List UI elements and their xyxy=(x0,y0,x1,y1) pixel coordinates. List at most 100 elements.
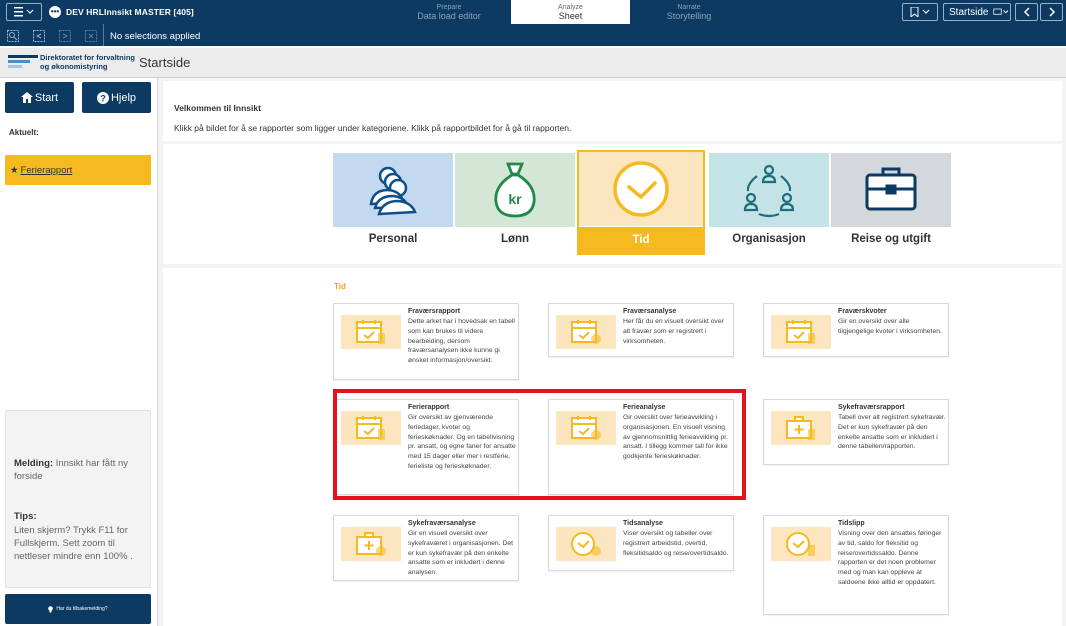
category-lonn-label: Lønn xyxy=(500,233,530,245)
sheet-selector-label: Startside xyxy=(949,6,989,18)
welcome-panel: Velkommen til Innsikt Klikk på bildet fo… xyxy=(163,81,1062,141)
message: Melding: Innsikt har fått ny forside xyxy=(14,457,144,483)
category-personal-label: Personal xyxy=(368,233,418,245)
report-title: Tidslipp xyxy=(838,520,865,527)
reports-panel: Tid Fraværsrapport Dette arket har i hov… xyxy=(163,268,1062,626)
selections-status: No selections applied xyxy=(110,31,201,42)
report-title: Fraværskvoter xyxy=(838,308,887,315)
clear-selections-icon[interactable] xyxy=(84,30,98,42)
category-personal-image xyxy=(333,153,453,227)
briefcase-icon xyxy=(865,167,917,211)
category-personal[interactable]: Personal xyxy=(333,153,453,255)
help-button[interactable]: ? Hjelp xyxy=(82,82,151,113)
report-card-fravaerskvoter[interactable]: Fraværskvoter Gir en oversikt over alle … xyxy=(763,303,949,357)
hamburger-icon xyxy=(14,7,34,17)
start-button-label: Start xyxy=(34,91,59,104)
category-organisasjon-image xyxy=(709,153,829,227)
navigation-menu-button[interactable] xyxy=(6,3,42,21)
report-description: Tabell over alt registrert sykefravær. D… xyxy=(838,414,946,451)
message-label: Melding: xyxy=(14,458,54,469)
tab-narrate-label: Storytelling xyxy=(666,11,712,21)
tab-prepare-label: Data load editor xyxy=(417,11,481,21)
organization-icon xyxy=(743,164,795,218)
clock-icon xyxy=(613,161,669,217)
report-description: Dette arket har i hovedsak en tabell som… xyxy=(408,318,515,365)
top-toolbar: ••• DEV HRLInnsikt MASTER [405] Prepare … xyxy=(0,0,1066,24)
organization-name: Direktoratet for forvaltning og økonomis… xyxy=(40,53,135,71)
category-organisasjon-label: Organisasjon xyxy=(732,233,806,245)
report-thumbnail xyxy=(341,315,401,349)
feedback-button-label: Har du tilbakemelding? xyxy=(56,606,108,612)
people-icon xyxy=(369,166,417,216)
sheets-icon xyxy=(993,8,1009,15)
report-card-sykefravaersrapport[interactable]: Sykefraværsrapport Tabell over alt regis… xyxy=(763,399,949,465)
tab-analyze-small: Analyze xyxy=(558,4,583,11)
report-title: Sykefraværsrapport xyxy=(838,404,905,411)
report-thumbnail xyxy=(341,527,401,561)
highlight-annotation-box xyxy=(333,389,746,500)
tab-prepare-small: Prepare xyxy=(436,4,462,11)
report-card-sykefravaersanalyse[interactable]: Sykefraværsanalyse Gir en visuell oversi… xyxy=(333,515,519,581)
category-tid[interactable]: Tid xyxy=(577,150,705,255)
category-lonn[interactable]: kr Lønn xyxy=(455,153,575,255)
report-card-tidslipp[interactable]: Tidslipp Visning over den ansattes førin… xyxy=(763,515,949,615)
bookmark-button[interactable] xyxy=(902,3,938,21)
organization-name-line1: Direktoratet for forvaltning xyxy=(40,53,136,62)
dfo-logo-icon xyxy=(8,55,38,68)
help-icon: ? xyxy=(96,91,109,104)
app-icon: ••• xyxy=(49,6,61,18)
report-title: Sykefraværsanalyse xyxy=(408,520,476,527)
current-report-link[interactable]: ★ Ferierapport xyxy=(5,155,151,185)
report-card-tidsanalyse[interactable]: Tidsanalyse Viser oversikt og tabeller o… xyxy=(548,515,734,571)
tab-narrate-small: Narrate xyxy=(677,4,701,11)
medical-kit-icon xyxy=(356,532,386,556)
calendar-check-icon xyxy=(356,320,385,344)
next-sheet-button[interactable] xyxy=(1040,3,1063,21)
bookmark-icon xyxy=(910,7,930,17)
tab-analyze[interactable]: Analyze Sheet xyxy=(511,0,630,24)
tab-narrate[interactable]: Narrate Storytelling xyxy=(630,0,748,24)
step-back-icon[interactable] xyxy=(32,30,46,42)
clock-icon xyxy=(571,532,601,556)
app-title: DEV HRLInnsikt MASTER [405] xyxy=(66,7,194,17)
category-panel: Personal kr Lønn Tid Organisasjon Reise … xyxy=(163,144,1062,264)
report-title: Fraværsrapport xyxy=(408,308,461,315)
previous-sheet-button[interactable] xyxy=(1015,3,1038,21)
feedback-button[interactable]: Har du tilbakemelding? xyxy=(5,594,151,624)
report-description: Visning over den ansattes føringer av ti… xyxy=(838,530,942,586)
report-title: Tidsanalyse xyxy=(623,520,663,527)
category-reise-label: Reise og utgift xyxy=(851,233,931,245)
message-box: Melding: Innsikt har fått ny forside Tip… xyxy=(5,410,151,588)
help-button-label: Hjelp xyxy=(110,91,137,104)
start-button[interactable]: Start xyxy=(5,82,74,113)
tips-label: Tips: xyxy=(14,511,37,522)
money-bag-icon: kr xyxy=(494,162,536,218)
calendar-check-icon xyxy=(571,320,601,344)
category-reise-og-utgift[interactable]: Reise og utgift xyxy=(831,153,951,255)
tab-prepare[interactable]: Prepare Data load editor xyxy=(390,0,508,24)
step-forward-icon[interactable] xyxy=(58,30,72,42)
page-title: Startside xyxy=(139,55,191,70)
report-thumbnail xyxy=(556,315,616,349)
report-card-fravaersrapport[interactable]: Fraværsrapport Dette arket har i hovedsa… xyxy=(333,303,519,380)
money-bag-icon-text: kr xyxy=(508,191,522,207)
smart-search-icon[interactable] xyxy=(6,30,20,42)
section-label: Tid xyxy=(334,282,346,291)
tab-analyze-label: Sheet xyxy=(558,11,583,21)
organization-name-line2: og økonomistyring xyxy=(40,62,108,71)
star-icon: ★ xyxy=(10,164,19,176)
report-thumbnail xyxy=(556,527,616,561)
sidebar: Start ? Hjelp Aktuelt: ★ Ferierapport Me… xyxy=(0,78,158,626)
category-reise-image xyxy=(831,153,951,227)
report-description: Gir en oversikt over alle tilgjengelige … xyxy=(838,318,942,335)
report-description: Her får du en visuell oversikt over alt … xyxy=(623,318,724,345)
clock-icon xyxy=(786,532,815,556)
sheet-selector-button[interactable]: Startside xyxy=(943,3,1011,21)
report-description: Gir en visuell oversikt over sykefravære… xyxy=(408,530,514,577)
report-card-fravaersanalyse[interactable]: Fraværsanalyse Her får du en visuell ove… xyxy=(548,303,734,357)
svg-text:?: ? xyxy=(100,93,106,103)
category-lonn-image: kr xyxy=(455,153,575,227)
chevron-right-icon xyxy=(1048,7,1055,17)
welcome-title: Velkommen til Innsikt xyxy=(174,103,261,113)
category-organisasjon[interactable]: Organisasjon xyxy=(709,153,829,255)
